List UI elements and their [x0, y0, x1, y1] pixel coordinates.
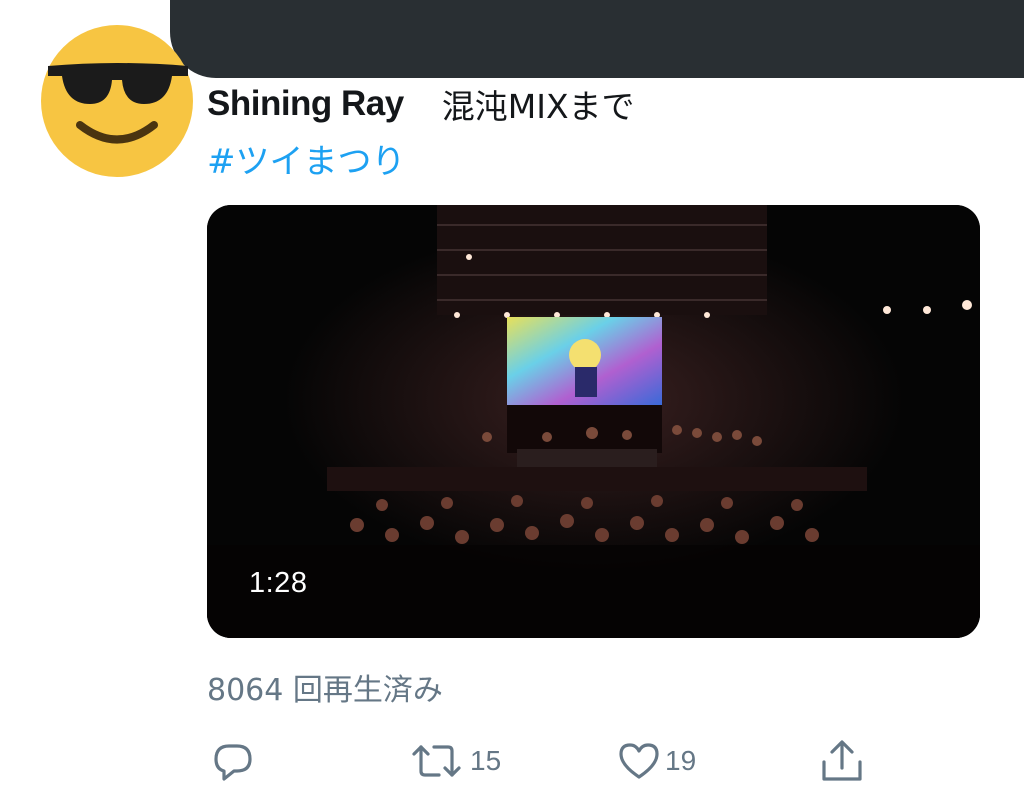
- share-icon: [822, 740, 862, 781]
- share-button[interactable]: [820, 736, 864, 786]
- like-button[interactable]: 19: [617, 736, 696, 786]
- sunglasses-emoji-icon: [41, 25, 193, 177]
- retweet-button[interactable]: 15: [410, 736, 501, 786]
- retweet-icon: [412, 745, 461, 777]
- top-banner: [170, 0, 1024, 78]
- concert-stage-photo: [207, 205, 980, 638]
- like-count: 19: [665, 745, 697, 776]
- tweet-screen: Shining Ray 混沌MIXまで #ツイまつり 1:28 8064 回再生…: [0, 0, 1024, 803]
- video-duration: 1:28: [249, 567, 308, 599]
- heart-icon: [619, 743, 659, 779]
- tweet-text: 混沌MIXまで: [441, 87, 635, 126]
- tweet-header: Shining Ray 混沌MIXまで: [207, 82, 635, 126]
- author-display-name[interactable]: Shining Ray: [207, 84, 404, 124]
- reply-button[interactable]: [212, 736, 258, 786]
- video-player[interactable]: 1:28: [207, 205, 980, 638]
- hashtag-link[interactable]: #ツイまつり: [207, 134, 406, 183]
- retweet-count: 15: [470, 745, 502, 776]
- view-count: 8064 回再生済み: [207, 673, 443, 708]
- reply-icon: [214, 744, 252, 781]
- avatar[interactable]: [40, 24, 194, 178]
- tweet-actions: 15 19: [0, 736, 1024, 786]
